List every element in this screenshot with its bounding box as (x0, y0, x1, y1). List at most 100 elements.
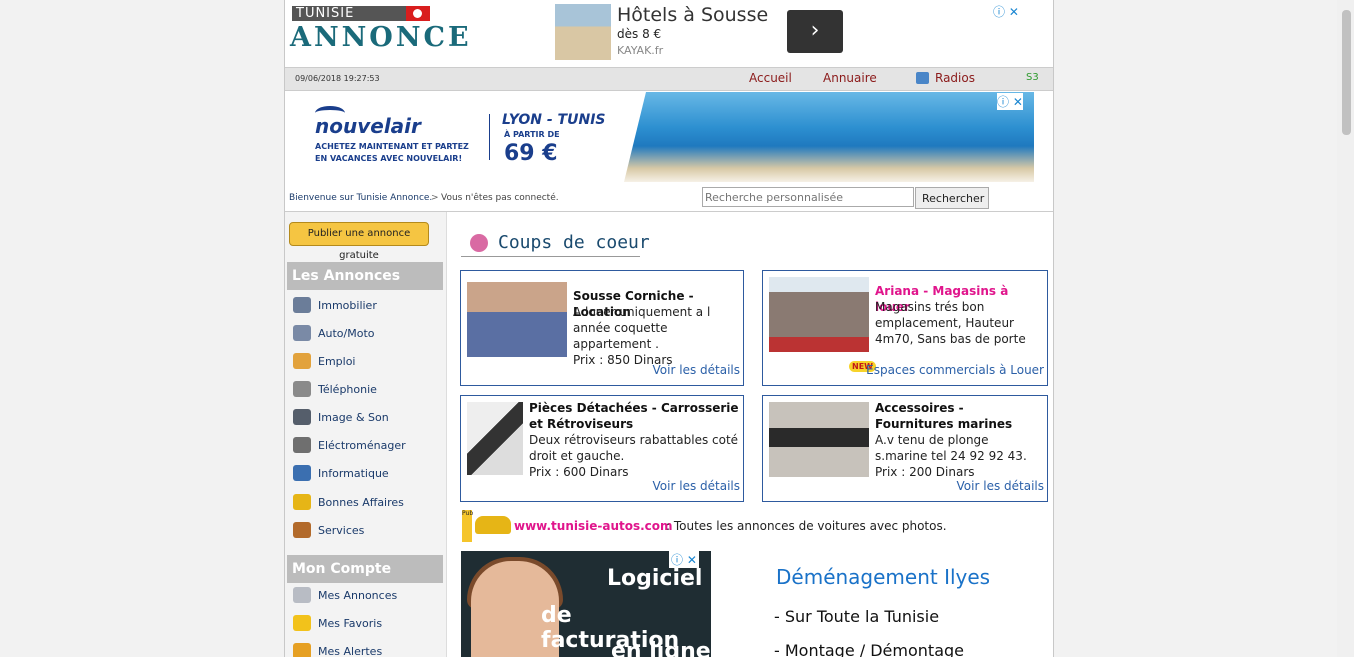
hotel-sousse-ad[interactable]: Hôtels à Sousse dès 8 € KAYAK.fr › (555, 4, 1025, 62)
sidebar-item-label[interactable]: Emploi (318, 355, 356, 368)
box-icon (293, 494, 311, 510)
nav-accueil-link[interactable]: Accueil (749, 71, 792, 85)
top-navigation-bar: 09/06/2018 19:27:53 Accueil Annuaire Rad… (285, 67, 1053, 91)
phone-icon (293, 381, 311, 397)
mirror-photo[interactable] (467, 402, 523, 475)
publish-ad-button[interactable]: Publier une annonce gratuite (289, 222, 429, 261)
sidebar-item-label[interactable]: Téléphonie (318, 383, 377, 396)
sidebar-item-label[interactable]: Mes Favoris (318, 617, 382, 630)
card-desc-text: A.v tenu de plonge s.marine tel 24 92 92… (875, 433, 1027, 463)
search-button[interactable]: Rechercher (915, 187, 989, 209)
server-label: S3 (1026, 72, 1039, 83)
sidebar-item-bonnes-affaires[interactable]: Bonnes Affaires (293, 492, 443, 512)
card-price: Prix : 200 Dinars (875, 465, 975, 479)
scrollbar-thumb[interactable] (1342, 10, 1351, 135)
nouvelair-price: 69 € (504, 141, 558, 166)
demenagement-line-2: - Montage / Démontage (774, 641, 964, 657)
welcome-separator: > (431, 193, 439, 203)
sidebar-item-mes-alertes[interactable]: Mes Alertes (293, 641, 443, 657)
page-container: TUNISIE ANNONCE Hôtels à Sousse dès 8 € … (284, 0, 1054, 657)
featured-card-sousse[interactable]: Sousse Corniche - Location A louer uniqu… (460, 270, 744, 386)
sidi-bou-said-photo[interactable] (624, 92, 1034, 182)
shop-building-photo[interactable] (769, 277, 869, 352)
bell-icon (293, 643, 311, 657)
sidebar-item-label[interactable]: Bonnes Affaires (318, 496, 404, 509)
adchoices-close-icon[interactable]: ⓘ ✕ (993, 3, 1019, 20)
demenagement-ad[interactable]: Déménagement Ilyes - Sur Toute la Tunisi… (764, 551, 1014, 657)
wetsuit-photo[interactable] (769, 402, 869, 477)
annonces-section-header: Les Annonces (287, 262, 443, 290)
camera-icon (293, 409, 311, 425)
nouvelair-ad-text-panel[interactable]: nouvelair ACHETEZ MAINTENANT ET PARTEZ E… (285, 92, 625, 182)
sidebar-item-label[interactable]: Mes Alertes (318, 645, 382, 657)
sidebar-item-label[interactable]: Image & Son (318, 411, 389, 424)
briefcase-icon (293, 522, 311, 538)
demenagement-title[interactable]: Déménagement Ilyes (776, 565, 990, 589)
logo-annonce-text[interactable]: ANNONCE (290, 22, 472, 53)
nouvelair-logo[interactable]: nouvelair (315, 114, 421, 138)
sidebar-item-label[interactable]: Eléctroménager (318, 439, 406, 452)
sidebar-item-mes-favoris[interactable]: Mes Favoris (293, 613, 443, 633)
card-details-link[interactable]: Voir les détails (653, 479, 740, 493)
sidebar-item-immobilier[interactable]: Immobilier (293, 295, 443, 315)
hotel-ad-title[interactable]: Hôtels à Sousse (617, 4, 768, 26)
sidebar-item-mes-annonces[interactable]: Mes Annonces (293, 585, 443, 605)
logo-tunisie-text[interactable]: TUNISIE (292, 6, 406, 21)
sidebar-item-informatique[interactable]: Informatique (293, 463, 443, 483)
card-description: Deux rétroviseurs rabattables coté droit… (529, 432, 739, 480)
sidebar-item-emploi[interactable]: Emploi (293, 351, 443, 371)
tunisie-autos-link[interactable]: www.tunisie-autos.com (514, 519, 673, 533)
featured-card-ariana[interactable]: Ariana - Magasins à louer Magasins trés … (762, 270, 1048, 386)
hotel-beach-image[interactable] (555, 4, 611, 60)
sidebar-item-label[interactable]: Informatique (318, 467, 389, 480)
card-description: A louer uniquement a l année coquette ap… (573, 304, 739, 368)
facturation-ad[interactable]: Logiciel de facturation en ligne ⓘ ✕ (461, 551, 711, 657)
section-title: Coups de coeur (498, 232, 650, 253)
banner-adchoices-close-icon[interactable]: ⓘ ✕ (997, 93, 1023, 110)
computer-icon (293, 465, 311, 481)
featured-card-marines[interactable]: Accessoires - Fournitures marines A.v te… (762, 395, 1048, 502)
hotel-ad-chevron-right-icon[interactable]: › (787, 10, 843, 53)
card-title[interactable]: Accessoires - Fournitures marines (875, 400, 1043, 432)
nouvelair-divider (489, 114, 490, 160)
card-title[interactable]: Pièces Détachées - Carrosserie et Rétrov… (529, 400, 739, 432)
nav-annuaire-link[interactable]: Annuaire (823, 71, 877, 85)
banner-diagonal-edge (624, 92, 646, 182)
sidebar-item-label[interactable]: Immobilier (318, 299, 377, 312)
hotel-ad-price: dès 8 € (617, 27, 662, 41)
card-desc-text: A louer uniquement a l année coquette ap… (573, 305, 711, 351)
facturation-ad-line-3: en ligne (611, 639, 711, 657)
card-category-link[interactable]: Espaces commercials à Louer (866, 363, 1044, 377)
page-scrollbar[interactable] (1337, 0, 1354, 657)
demenagement-line-1: - Sur Toute la Tunisie (774, 607, 940, 626)
sidebar: Publier une annonce gratuite Les Annonce… (285, 212, 447, 657)
sidebar-item-telephonie[interactable]: Téléphonie (293, 379, 443, 399)
sidebar-item-label[interactable]: Mes Annonces (318, 589, 397, 602)
google-search-input[interactable] (702, 187, 914, 207)
facturation-adchoices-close-icon[interactable]: ⓘ ✕ (669, 551, 699, 568)
sidebar-item-auto-moto[interactable]: Auto/Moto (293, 323, 443, 343)
hotel-ad-source: KAYAK.fr (617, 44, 664, 57)
star-icon (293, 615, 311, 631)
car-icon (293, 325, 311, 341)
sidebar-item-label[interactable]: Services (318, 524, 364, 537)
main-content: Coups de coeur Sousse Corniche - Locatio… (447, 212, 1048, 657)
nouvelair-banner-ad[interactable]: nouvelair ACHETEZ MAINTENANT ET PARTEZ E… (285, 92, 1053, 182)
pub-tag: Pub (462, 510, 473, 542)
bedroom-photo[interactable] (467, 282, 567, 357)
radio-icon[interactable] (916, 72, 929, 84)
card-details-link[interactable]: Voir les détails (653, 363, 740, 377)
sidebar-item-image-son[interactable]: Image & Son (293, 407, 443, 427)
nav-radios-link[interactable]: Radios (935, 71, 975, 85)
card-details-link[interactable]: Voir les détails (957, 479, 1044, 493)
flower-icon (470, 234, 488, 252)
yellow-car-icon[interactable] (475, 516, 511, 534)
sidebar-item-label[interactable]: Auto/Moto (318, 327, 375, 340)
featured-card-retroviseurs[interactable]: Pièces Détachées - Carrosserie et Rétrov… (460, 395, 744, 502)
sidebar-item-services[interactable]: Services (293, 520, 443, 540)
card-price: Prix : 600 Dinars (529, 465, 629, 479)
card-description: A.v tenu de plonge s.marine tel 24 92 92… (875, 432, 1043, 480)
welcome-message: Bienvenue sur Tunisie Annonce. (289, 193, 433, 203)
sidebar-item-electromenager[interactable]: Eléctroménager (293, 435, 443, 455)
tunisia-flag-icon (406, 6, 430, 21)
